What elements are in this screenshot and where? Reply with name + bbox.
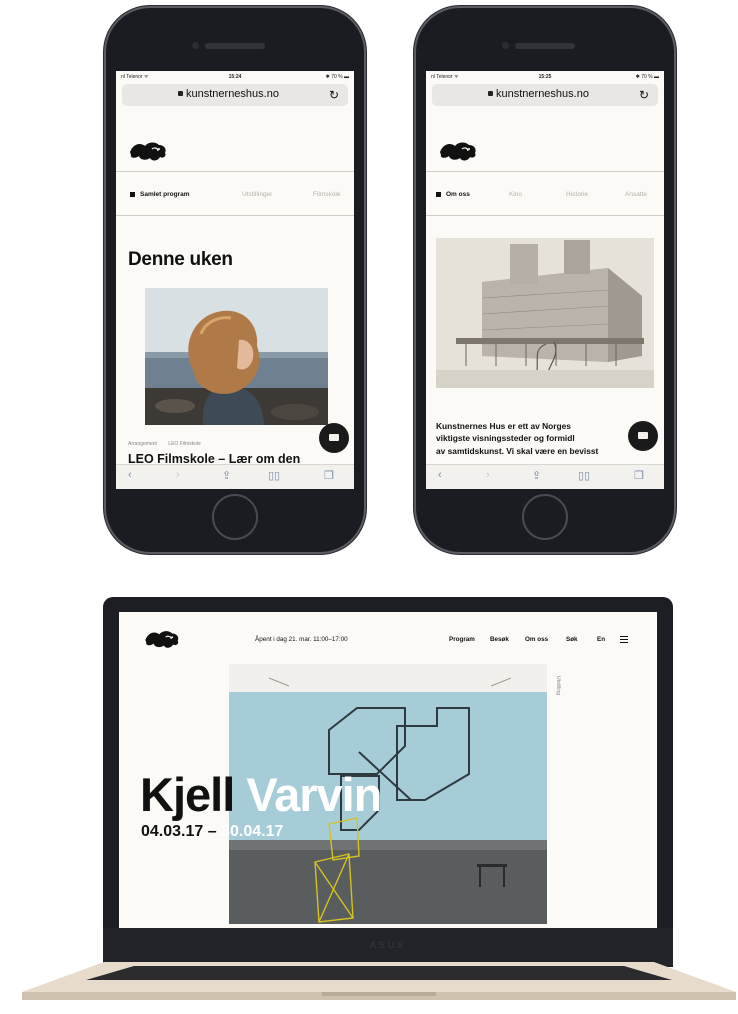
laptop-screen: Åpent i dag 21. mar. 11:00–17:00 Program… <box>119 612 657 928</box>
forward-icon[interactable]: › <box>486 469 490 481</box>
tabs-divider <box>426 215 664 216</box>
home-button[interactable] <box>522 494 568 540</box>
header-divider <box>116 171 354 172</box>
tab-bar: Om oss Kino Historie Ansatte <box>426 184 664 208</box>
active-tab-marker-icon <box>130 191 135 197</box>
lock-icon <box>178 91 183 96</box>
home-button[interactable] <box>212 494 258 540</box>
site-header: Åpent i dag 21. mar. 11:00–17:00 Program… <box>119 612 657 656</box>
address-bar[interactable]: kunstnerneshus.no ↻ <box>432 84 658 106</box>
front-camera <box>192 42 199 49</box>
status-bar: nl Telenor ᯤ 15:24 ✱ 70 % ▬ <box>116 71 354 83</box>
event-type: Arrangement <box>128 441 157 447</box>
reload-icon[interactable]: ↻ <box>329 88 339 102</box>
phone-left-screen: nl Telenor ᯤ 15:24 ✱ 70 % ▬ kunstnernesh… <box>116 71 354 489</box>
start-date: 04.03.17 – <box>141 823 222 840</box>
nav-language[interactable]: En <box>597 636 605 643</box>
address-bar[interactable]: kunstnerneshus.no ↻ <box>122 84 348 106</box>
forward-icon[interactable]: › <box>176 469 180 481</box>
phone-right: nl Telenor ᯤ 15:25 ✱ 70 % ▬ kunstnernesh… <box>414 6 676 554</box>
lion-logo-icon[interactable] <box>438 138 478 164</box>
share-icon[interactable]: ⇪ <box>532 469 541 482</box>
hero-title-first: Kjell <box>140 768 235 821</box>
vertical-label: Utstilling <box>555 676 561 695</box>
intro-line: av samtidskunst. Vi skal være en bevisst <box>436 445 599 456</box>
bookmarks-icon[interactable]: ▯▯ <box>268 469 280 482</box>
back-icon[interactable]: ‹ <box>128 469 132 481</box>
section-heading: Denne uken <box>128 249 233 270</box>
header-divider <box>426 171 664 172</box>
tab-label: Samlet program <box>140 191 190 198</box>
url-text: kunstnerneshus.no <box>186 88 279 100</box>
chat-button[interactable] <box>319 423 349 453</box>
share-icon[interactable]: ⇪ <box>222 469 231 482</box>
phone-right-screen: nl Telenor ᯤ 15:25 ✱ 70 % ▬ kunstnernesh… <box>426 71 664 489</box>
tab-utstillinger[interactable]: Utstillinger <box>242 191 272 198</box>
nav-om-oss[interactable]: Om oss <box>525 636 548 643</box>
laptop-base <box>22 962 736 1000</box>
nav-program[interactable]: Program <box>449 636 475 643</box>
tab-kino[interactable]: Kino <box>509 191 522 198</box>
back-icon[interactable]: ‹ <box>438 469 442 481</box>
bookmarks-icon[interactable]: ▯▯ <box>578 469 590 482</box>
event-meta: Arrangement LEO Filmskole <box>128 441 211 447</box>
end-date: 30.04.17 <box>221 823 284 840</box>
tab-om-oss[interactable]: Om oss <box>436 191 470 198</box>
lion-logo-icon[interactable] <box>143 627 181 651</box>
safari-toolbar: ‹ › ⇪ ▯▯ ❐ <box>426 464 664 489</box>
chat-button[interactable] <box>628 421 658 451</box>
nav-sok[interactable]: Søk <box>566 636 578 643</box>
building-drawing-photo[interactable] <box>436 238 654 388</box>
tab-bar: Samlet program Utstillinger Filmskole <box>116 184 354 208</box>
clock: 15:25 <box>538 74 552 80</box>
tabs-icon[interactable]: ❐ <box>634 469 644 482</box>
event-photo[interactable] <box>145 288 328 425</box>
laptop-brand: ASUS <box>369 940 407 950</box>
battery-indicator: ✱ 70 % ▬ <box>635 74 659 80</box>
laptop-bezel-bottom: ASUS <box>103 928 673 966</box>
tab-historie[interactable]: Historie <box>566 191 588 198</box>
battery-indicator: ✱ 70 % ▬ <box>325 74 349 80</box>
hero-dates: 04.03.17 – 30.04.17 <box>141 823 283 841</box>
hero-title: Kjell Varvin <box>140 767 382 822</box>
reload-icon[interactable]: ↻ <box>639 88 649 102</box>
earpiece <box>205 43 265 49</box>
tabs-divider <box>116 215 354 216</box>
event-series: LEO Filmskole <box>168 441 201 447</box>
tab-ansatte[interactable]: Ansatte <box>625 191 647 198</box>
menu-icon[interactable] <box>620 636 628 645</box>
opening-hours: Åpent i dag 21. mar. 11:00–17:00 <box>255 636 348 643</box>
front-camera <box>502 42 509 49</box>
lion-logo-icon[interactable] <box>128 138 168 164</box>
tabs-icon[interactable]: ❐ <box>324 469 334 482</box>
tab-label: Om oss <box>446 191 470 198</box>
lock-icon <box>488 91 493 96</box>
hero-title-second: Varvin <box>246 768 382 821</box>
url-text: kunstnerneshus.no <box>496 88 589 100</box>
nav-besok[interactable]: Besøk <box>490 636 509 643</box>
phone-left: nl Telenor ᯤ 15:24 ✱ 70 % ▬ kunstnernesh… <box>104 6 366 554</box>
earpiece <box>515 43 575 49</box>
tab-filmskole[interactable]: Filmskole <box>313 191 340 198</box>
clock: 15:24 <box>228 74 242 80</box>
active-tab-marker-icon <box>436 191 441 197</box>
tab-samlet-program[interactable]: Samlet program <box>130 191 190 198</box>
status-bar: nl Telenor ᯤ 15:25 ✱ 70 % ▬ <box>426 71 664 83</box>
safari-toolbar: ‹ › ⇪ ▯▯ ❐ <box>116 464 354 489</box>
